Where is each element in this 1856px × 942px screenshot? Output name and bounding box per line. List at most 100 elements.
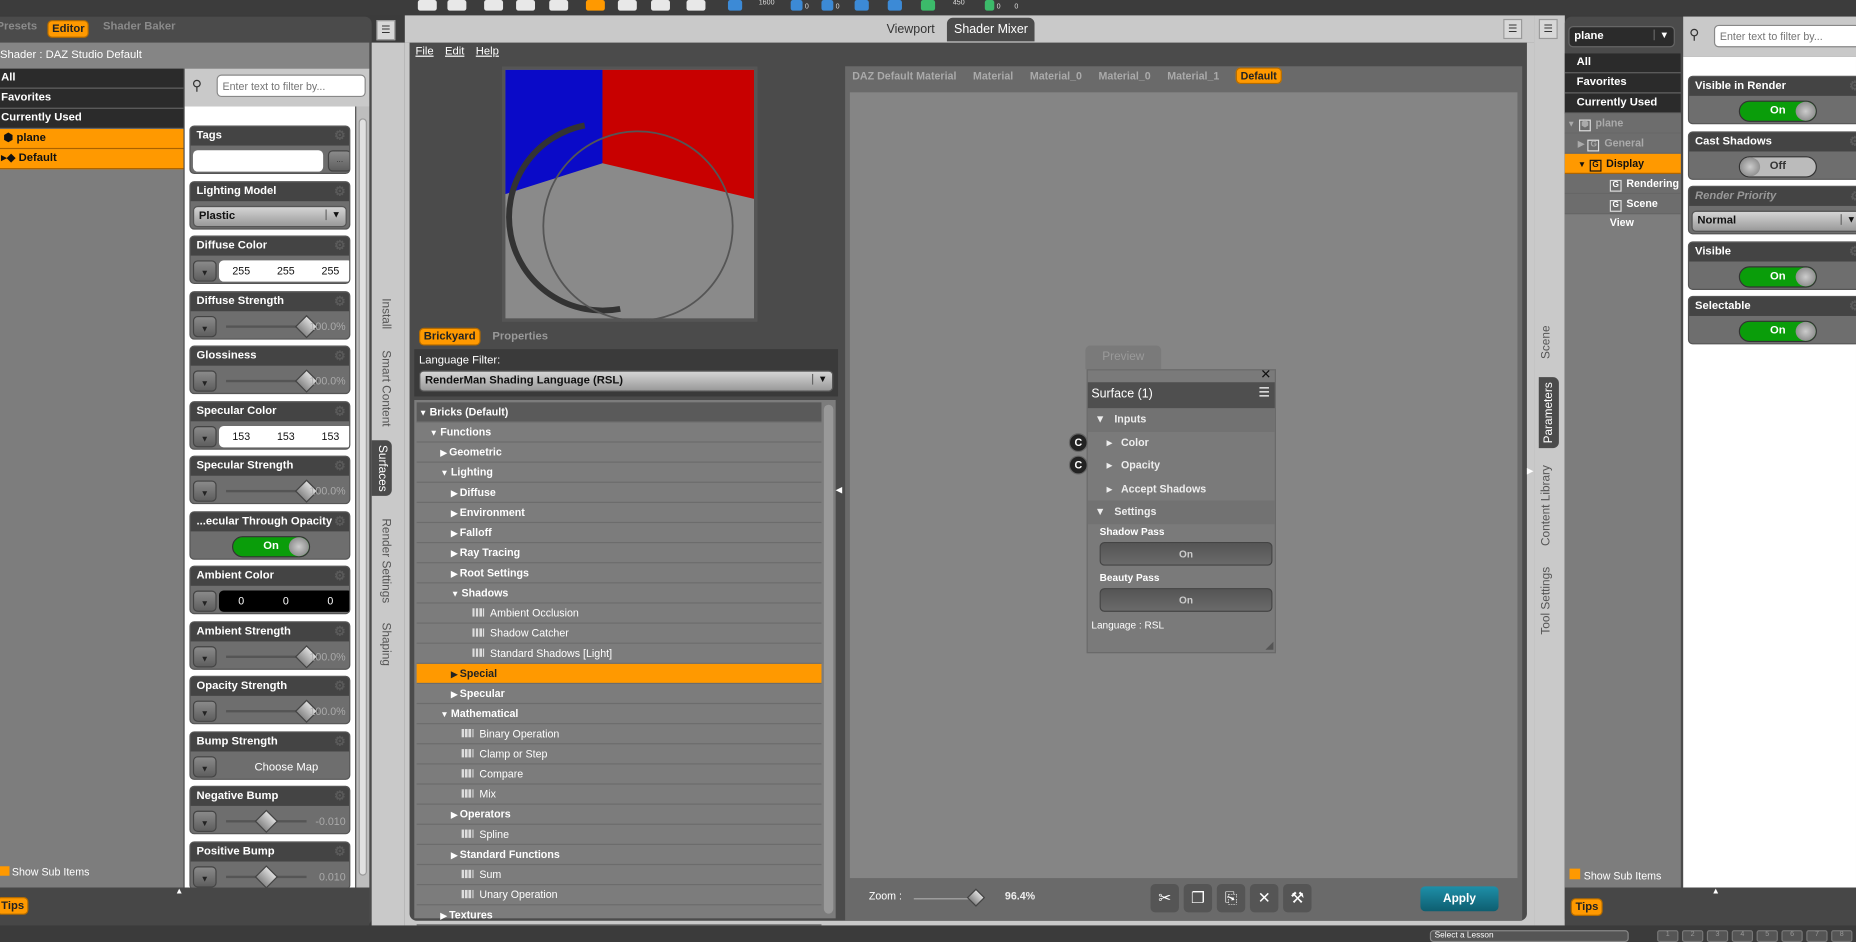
render-icon[interactable] bbox=[686, 0, 706, 11]
surface-node[interactable]: ✕ Surface (1) ☰ ▼ Inputs C ▸ Color C ▸ Opac… bbox=[1068, 368, 1276, 654]
tips-button[interactable]: Tips bbox=[0, 897, 29, 915]
expanded-arrow-icon[interactable]: ▼ bbox=[1567, 121, 1575, 129]
connector-badge[interactable]: C bbox=[1068, 455, 1088, 475]
color-value[interactable]: 255 255 255 bbox=[218, 260, 350, 282]
active-tool-icon[interactable] bbox=[585, 0, 605, 11]
tab-material-material-1[interactable]: Material_1 bbox=[1167, 70, 1219, 82]
color-picker-button[interactable]: ▼ bbox=[192, 590, 217, 612]
expanded-arrow-icon[interactable]: ▼ bbox=[440, 711, 448, 719]
lesson-select[interactable]: Select a Lesson bbox=[1429, 930, 1629, 942]
tab-smart-content[interactable]: Smart Content bbox=[379, 350, 392, 426]
tree-row[interactable]: Compare bbox=[416, 764, 822, 785]
tree-item-plane[interactable]: ▼ ⬢ plane bbox=[1564, 113, 1681, 134]
property-toggle[interactable]: On bbox=[1738, 265, 1817, 287]
rotate-icon[interactable] bbox=[887, 0, 902, 11]
gear-icon[interactable]: ⚙ bbox=[1849, 298, 1856, 313]
tips-button[interactable]: Tips bbox=[1570, 898, 1604, 916]
menu-help[interactable]: Help bbox=[476, 45, 499, 58]
gear-icon[interactable]: ⚙ bbox=[334, 293, 346, 308]
tree-row[interactable]: ▼ Bricks (Default) bbox=[416, 402, 822, 423]
menu-edit[interactable]: Edit bbox=[445, 45, 464, 58]
node-select[interactable]: plane ▼ bbox=[1568, 26, 1675, 48]
gear-icon[interactable]: ⚙ bbox=[1849, 78, 1856, 93]
tree-row[interactable]: Binary Operation bbox=[416, 724, 822, 745]
category-currently-used[interactable]: Currently Used bbox=[1564, 93, 1681, 114]
property-toggle[interactable]: Off bbox=[1738, 155, 1817, 177]
save-icon[interactable] bbox=[516, 0, 536, 11]
tab-material-daz-default-material[interactable]: DAZ Default Material bbox=[852, 70, 956, 82]
shadow-pass-toggle[interactable]: On bbox=[1099, 541, 1273, 566]
expanded-arrow-icon[interactable]: ▼ bbox=[1578, 161, 1586, 169]
gear-icon[interactable]: ⚙ bbox=[1849, 188, 1856, 203]
tree-row[interactable]: Clamp or Step bbox=[416, 744, 822, 765]
property-select[interactable]: Plastic ▼ bbox=[192, 205, 347, 227]
collapsed-arrow-icon[interactable]: ▶ bbox=[440, 450, 446, 458]
splitter-arrow-icon[interactable]: ◀ bbox=[836, 485, 842, 494]
category-favorites[interactable]: Favorites bbox=[1564, 73, 1681, 94]
node-preview-tab[interactable]: Preview bbox=[1085, 345, 1162, 370]
tags-browse-button[interactable]: ... bbox=[327, 150, 350, 172]
tab-render-settings[interactable]: Render Settings bbox=[379, 518, 392, 603]
expanded-arrow-icon[interactable]: ▼ bbox=[440, 470, 448, 478]
language-filter-select[interactable]: RenderMan Shading Language (RSL) ▼ bbox=[419, 370, 834, 392]
search-icon[interactable]: ⚲ bbox=[1689, 26, 1699, 43]
tab-material-default[interactable]: Default bbox=[1235, 67, 1282, 85]
apply-button[interactable]: Apply bbox=[1420, 886, 1499, 912]
collapse-arrow-icon[interactable]: ▲ bbox=[175, 888, 183, 896]
node-menu-icon[interactable]: ☰ bbox=[1258, 385, 1270, 400]
lesson-button-3[interactable]: 3 bbox=[1706, 930, 1729, 942]
lesson-button-4[interactable]: 4 bbox=[1731, 930, 1754, 942]
gear-icon[interactable]: ⚙ bbox=[334, 843, 346, 858]
input-opacity[interactable]: C ▸ Opacity bbox=[1068, 454, 1275, 477]
gear-icon[interactable]: ⚙ bbox=[334, 403, 346, 418]
collapsed-arrow-icon[interactable]: ▶ bbox=[440, 912, 446, 920]
scrollbar-thumb[interactable] bbox=[358, 118, 367, 876]
tree-row[interactable]: ▶ Specular bbox=[416, 684, 822, 705]
tab-install[interactable]: Install bbox=[379, 298, 392, 329]
shape-icon[interactable] bbox=[447, 0, 467, 11]
tab-viewport[interactable]: Viewport bbox=[887, 22, 935, 36]
tree-item-default[interactable]: ▸◆ Default bbox=[0, 149, 184, 170]
tab-surfaces[interactable]: Surfaces bbox=[371, 440, 392, 497]
resize-grip-icon[interactable]: ◢ bbox=[1265, 639, 1273, 652]
tree-row[interactable]: ▶ Geometric bbox=[416, 443, 822, 463]
slider-menu-button[interactable]: ▼ bbox=[192, 315, 217, 337]
pane-menu-button[interactable]: ☰ bbox=[1538, 18, 1558, 40]
property-toggle[interactable]: On bbox=[231, 535, 311, 557]
color-picker-button[interactable]: ▼ bbox=[192, 260, 217, 282]
cut-icon[interactable]: ✂ bbox=[1150, 884, 1179, 913]
gear-icon[interactable]: ⚙ bbox=[334, 458, 346, 473]
slider-knob[interactable] bbox=[254, 864, 279, 888]
pane-menu-button[interactable]: ☰ bbox=[1503, 18, 1523, 40]
collapsed-arrow-icon[interactable]: ▶ bbox=[451, 812, 457, 820]
flask-icon[interactable] bbox=[651, 0, 670, 11]
gear-icon[interactable]: ⚙ bbox=[1849, 133, 1856, 148]
scrollbar[interactable] bbox=[356, 106, 370, 888]
tree-row[interactable]: Mix bbox=[416, 785, 822, 805]
tree-row[interactable]: ▶ Falloff bbox=[416, 523, 822, 544]
tree-row[interactable]: ▶ Special bbox=[416, 663, 822, 685]
collapsed-arrow-icon[interactable]: ▶ bbox=[451, 550, 457, 558]
input-color[interactable]: C ▸ Color bbox=[1068, 431, 1275, 454]
color-value[interactable]: 153 153 153 bbox=[218, 425, 350, 447]
figure-icon[interactable] bbox=[484, 0, 504, 11]
show-sub-items-checkbox[interactable]: Show Sub Items bbox=[1569, 868, 1661, 882]
tree-row[interactable]: ▶ Ray Tracing bbox=[416, 543, 822, 564]
gear-icon[interactable]: ⚙ bbox=[334, 623, 346, 638]
lesson-button-2[interactable]: 2 bbox=[1681, 930, 1704, 942]
collapsed-arrow-icon[interactable]: ▶ bbox=[1578, 141, 1584, 149]
scrollbar[interactable] bbox=[823, 404, 834, 914]
tab-shader-mixer[interactable]: Shader Mixer bbox=[946, 17, 1036, 42]
tree-row[interactable]: Ambient Occlusion bbox=[416, 604, 822, 624]
tree-row[interactable]: ▶ Textures bbox=[416, 905, 822, 926]
collapsed-arrow-icon[interactable]: ▶ bbox=[451, 530, 457, 538]
category-favorites[interactable]: Favorites bbox=[0, 88, 184, 109]
tab-scene[interactable]: Scene bbox=[1540, 325, 1553, 359]
tree-row[interactable]: ▼ Mathematical bbox=[416, 704, 822, 725]
tree-row[interactable]: Spline bbox=[416, 825, 822, 845]
connector-badge[interactable]: C bbox=[1068, 432, 1088, 452]
tree-item-plane[interactable]: ⬢ plane bbox=[0, 128, 184, 150]
gear-icon[interactable]: ⚙ bbox=[334, 678, 346, 693]
ortho-icon[interactable] bbox=[727, 0, 743, 11]
tree-row[interactable]: Unary Operation bbox=[416, 885, 822, 906]
